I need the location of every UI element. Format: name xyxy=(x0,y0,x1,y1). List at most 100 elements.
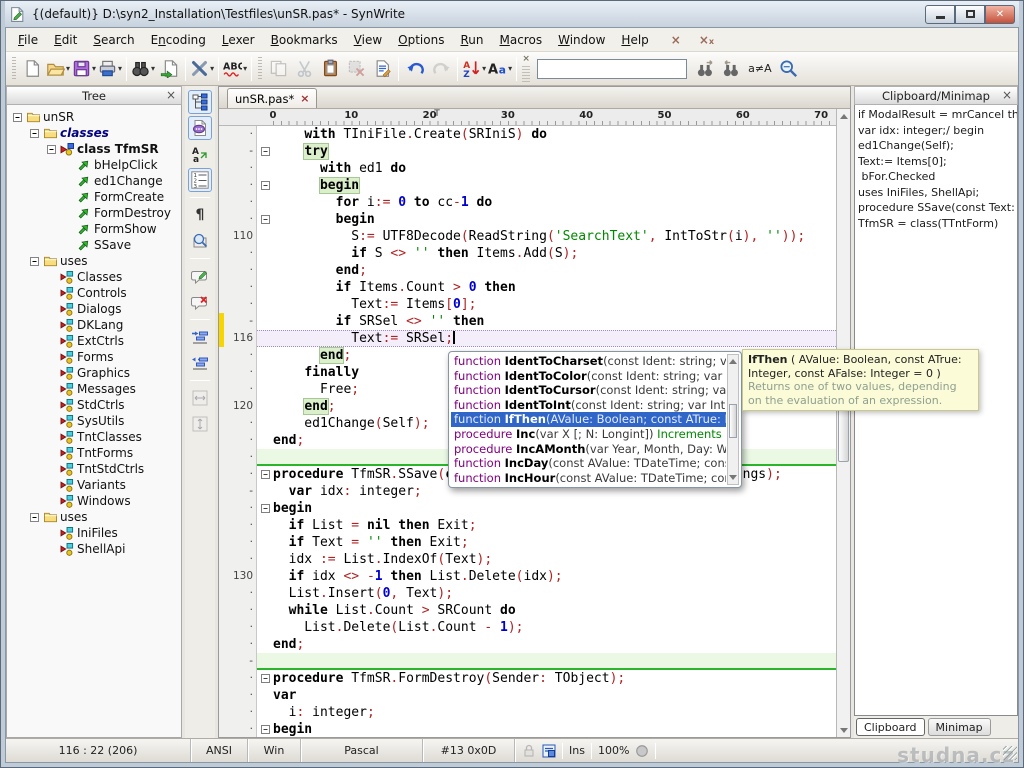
tree-item-windows[interactable]: Windows xyxy=(7,493,181,509)
unindent-button[interactable] xyxy=(188,351,212,375)
popup-scroll-up-icon[interactable] xyxy=(728,359,738,364)
code-line[interactable]: · while List.Count > SRCount do xyxy=(219,602,850,619)
code-line[interactable]: 116 Text:= SRSel; xyxy=(219,330,850,347)
search-toolbar-grip[interactable]: × xyxy=(522,55,530,83)
tab-close-icon[interactable]: × xyxy=(300,92,309,105)
new-file-button[interactable] xyxy=(19,56,45,82)
tree-item-extctrls[interactable]: ExtCtrls xyxy=(7,333,181,349)
popup-scroll-down-icon[interactable] xyxy=(728,471,738,484)
chevron-down-icon[interactable]: ▾ xyxy=(118,64,122,73)
code-line[interactable]: ·begin xyxy=(219,721,850,737)
tree-item-controls[interactable]: Controls xyxy=(7,285,181,301)
panel-clips-button[interactable] xyxy=(188,116,212,140)
tab-unsr-pas[interactable]: unSR.pas* × xyxy=(227,88,317,108)
clear-search-icon[interactable]: × xyxy=(522,55,530,64)
fold-collapse-icon[interactable] xyxy=(257,143,273,160)
code-line[interactable]: · begin xyxy=(219,177,850,194)
status-insert-mode[interactable]: Ins xyxy=(569,744,585,757)
search-input[interactable] xyxy=(537,59,687,79)
tree-item-variants[interactable]: Variants xyxy=(7,477,181,493)
code-line[interactable]: - if SRSel <> '' then xyxy=(219,313,850,330)
tree-panel-close-icon[interactable]: × xyxy=(166,88,176,103)
code-line[interactable]: ·begin xyxy=(219,500,850,517)
tree-item-shellapi[interactable]: ShellApi xyxy=(7,541,181,557)
tree-item-stdctrls[interactable]: StdCtrls xyxy=(7,397,181,413)
collapse-icon[interactable] xyxy=(30,129,41,138)
panel-tree-button[interactable] xyxy=(188,90,212,114)
menu-window[interactable]: Window xyxy=(550,30,613,50)
clipboard-entry[interactable]: var idx: integer;/ begin xyxy=(858,123,1017,139)
code-section-separator[interactable]: - xyxy=(219,653,850,670)
clipboard-entry[interactable]: Text:= Items[0]; xyxy=(858,154,1017,170)
autocomplete-item-incamonth[interactable]: procedure IncAMonth(var Year, Month, Day… xyxy=(451,442,726,457)
chevron-down-icon[interactable]: ▾ xyxy=(243,64,247,73)
chevron-down-icon[interactable]: ▾ xyxy=(508,64,512,73)
fold-collapse-icon[interactable] xyxy=(257,721,273,737)
menu-search[interactable]: Search xyxy=(85,30,142,50)
tree-item-uses[interactable]: uses xyxy=(7,509,181,525)
tree-item-tntforms[interactable]: TntForms xyxy=(7,445,181,461)
menu-encoding[interactable]: Encoding xyxy=(143,30,214,50)
menu-view[interactable]: View xyxy=(346,30,390,50)
case-sensitive-button[interactable]: a≠A xyxy=(744,56,775,82)
chevron-down-icon[interactable]: ▾ xyxy=(482,64,486,73)
code-line[interactable]: · if List = nil then Exit; xyxy=(219,517,850,534)
status-encoding[interactable]: ANSI xyxy=(191,739,248,762)
case-convert-button[interactable]: Aa xyxy=(188,142,212,166)
line-numbers-button[interactable]: 123 xyxy=(188,168,212,192)
goto-line-button[interactable] xyxy=(156,56,182,82)
code-line[interactable]: · if Items.Count > 0 then xyxy=(219,279,850,296)
fold-collapse-icon[interactable] xyxy=(257,500,273,517)
tree-item-ed1change[interactable]: ed1Change xyxy=(7,173,181,189)
tree-item-classes[interactable]: Classes xyxy=(7,269,181,285)
clipboard-entry[interactable]: uses IniFiles, ShellApi; xyxy=(858,185,1017,201)
chevron-down-icon[interactable]: ▾ xyxy=(66,64,70,73)
chevron-down-icon[interactable]: ▾ xyxy=(210,64,214,73)
letter-case-button[interactable]: Aa▾ xyxy=(487,56,513,82)
code-line[interactable]: - try xyxy=(219,143,850,160)
menu-lexer[interactable]: Lexer xyxy=(214,30,263,50)
status-line-ends[interactable]: Win xyxy=(248,739,301,762)
tree-item-forms[interactable]: Forms xyxy=(7,349,181,365)
find-prev-button[interactable] xyxy=(718,56,744,82)
close-all-files-icon[interactable]: ×x xyxy=(695,33,718,47)
menu-bookmarks[interactable]: Bookmarks xyxy=(263,30,346,50)
clipboard-entry[interactable]: bFor.Checked xyxy=(858,169,1017,185)
code-line[interactable]: · if Text = '' then Exit; xyxy=(219,534,850,551)
code-line[interactable]: · Text:= Items[0]; xyxy=(219,296,850,313)
autocomplete-item-identtocursor[interactable]: function IdentToCursor(const Ident: stri… xyxy=(451,383,726,398)
autocomplete-item-inc[interactable]: procedure Inc(var X [; N: Longint]) Incr… xyxy=(451,427,726,442)
tree-item-formshow[interactable]: FormShow xyxy=(7,221,181,237)
word-wrap-icon[interactable] xyxy=(542,744,556,758)
autocomplete-item-identtoint[interactable]: function IdentToInt(const Ident: string;… xyxy=(451,398,726,413)
menu-macros[interactable]: Macros xyxy=(492,30,551,50)
close-file-icon[interactable]: × xyxy=(667,33,685,47)
autocomplete-item-incday[interactable]: function IncDay(const AValue: TDateTime;… xyxy=(451,456,726,471)
code-line[interactable]: 110 S:= UTF8Decode(ReadString('SearchTex… xyxy=(219,228,850,245)
tab-minimap[interactable]: Minimap xyxy=(928,718,991,736)
tree-item-ssave[interactable]: SSave xyxy=(7,237,181,253)
code-line[interactable]: · end; xyxy=(219,262,850,279)
code-line[interactable]: · for i:= 0 to cc-1 do xyxy=(219,194,850,211)
minimap-zoom-button[interactable] xyxy=(188,229,212,253)
tree-item-classes[interactable]: classes xyxy=(7,125,181,141)
code-line[interactable]: · i: integer; xyxy=(219,704,850,721)
code-line[interactable]: · if S <> '' then Items.Add(S); xyxy=(219,245,850,262)
code-line[interactable]: ·var xyxy=(219,687,850,704)
record-macro-icon[interactable] xyxy=(635,744,649,758)
tree-item-sysutils[interactable]: SysUtils xyxy=(7,413,181,429)
indent-button[interactable] xyxy=(188,325,212,349)
fold-collapse-icon[interactable] xyxy=(257,211,273,228)
tree-item-uses[interactable]: uses xyxy=(7,253,181,269)
collapse-icon[interactable] xyxy=(30,257,41,266)
code-line[interactable]: · idx := List.IndexOf(Text); xyxy=(219,551,850,568)
open-file-button[interactable]: ▾ xyxy=(45,56,71,82)
editor-vertical-scrollbar[interactable] xyxy=(836,109,850,737)
close-button[interactable]: ✕ xyxy=(985,5,1015,24)
popup-scrollbar-thumb[interactable] xyxy=(729,404,737,438)
fold-collapse-icon[interactable] xyxy=(257,466,273,483)
autocomplete-item-identtocolor[interactable]: function IdentToColor(const Ident: strin… xyxy=(451,369,726,384)
fold-collapse-icon[interactable] xyxy=(257,670,273,687)
autocomplete-item-inchour[interactable]: function IncHour(const AValue: TDateTime… xyxy=(451,471,726,486)
undo-button[interactable] xyxy=(402,56,428,82)
